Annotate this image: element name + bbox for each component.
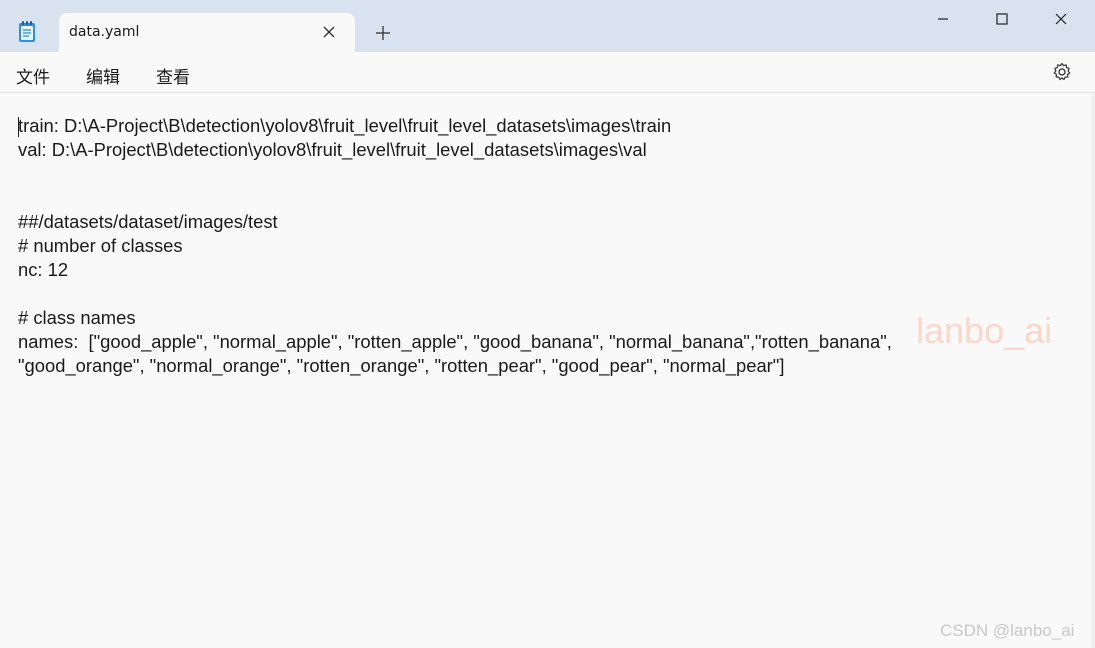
vertical-scrollbar[interactable]	[1091, 93, 1095, 648]
minimize-icon[interactable]	[932, 8, 954, 30]
editor-line: val: D:\A-Project\B\detection\yolov8\fru…	[18, 139, 647, 160]
gear-icon[interactable]	[1051, 61, 1073, 83]
maximize-icon[interactable]	[991, 8, 1013, 30]
csdn-watermark: CSDN @lanbo_ai	[940, 621, 1075, 640]
editor-line: # number of classes	[18, 235, 183, 256]
menu-file[interactable]: 文件	[16, 63, 50, 88]
editor-line: # class names	[18, 307, 136, 328]
tab-data-yaml[interactable]: data.yaml	[59, 13, 355, 52]
watermark: lanbo_ai	[916, 310, 1053, 351]
menu-bar: 文件 编辑 查看	[0, 52, 1095, 93]
editor-line: nc: 12	[18, 259, 69, 280]
menu-view[interactable]: 查看	[156, 63, 190, 88]
notepad-icon	[19, 21, 35, 42]
close-icon[interactable]	[1050, 8, 1072, 30]
notepad-window: data.yaml 文件 编辑 查看 train: D:\A-Project\B…	[0, 0, 1095, 648]
plus-icon[interactable]	[373, 23, 393, 43]
menu-edit[interactable]: 编辑	[86, 63, 120, 88]
close-icon[interactable]	[319, 22, 339, 42]
editor-line: "good_orange", "normal_orange", "rotten_…	[18, 355, 785, 376]
text-editor[interactable]: train: D:\A-Project\B\detection\yolov8\f…	[0, 93, 1091, 648]
title-bar: data.yaml	[0, 0, 1095, 52]
editor-line: train: D:\A-Project\B\detection\yolov8\f…	[18, 115, 672, 136]
editor-line: names: ["good_apple", "normal_apple", "r…	[18, 331, 892, 352]
tab-title: data.yaml	[69, 24, 140, 40]
editor-line: ##/datasets/dataset/images/test	[18, 211, 278, 232]
